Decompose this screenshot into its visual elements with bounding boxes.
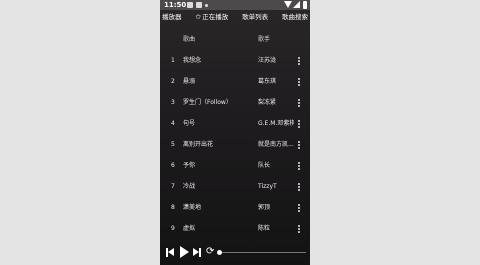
song-table-header: 歌曲 歌手 [160, 33, 310, 47]
header-artist: 歌手 [258, 36, 271, 43]
more-options-icon[interactable] [298, 57, 301, 66]
song-artist: 梨冻紧 [258, 99, 277, 106]
song-row[interactable]: 5 离别开出花 就是南方凯... [160, 134, 310, 155]
song-row[interactable]: 2 悬溺 葛东琪 [160, 71, 310, 92]
song-artist: 队长 [258, 162, 271, 169]
wifi-icon [284, 1, 292, 8]
top-tabs: 播放器 ✩正在播放 歌单列表 歌曲搜索 [160, 11, 310, 23]
song-artist: 汪苏泷 [258, 57, 277, 64]
song-title: 予你 [183, 162, 196, 169]
song-row[interactable]: 9 虚拟 陈粒 [160, 218, 310, 239]
more-options-icon[interactable] [298, 99, 301, 108]
row-number: 9 [171, 225, 175, 232]
notification-icon [187, 2, 193, 8]
row-number: 4 [171, 120, 175, 127]
status-time: 11:50 [164, 1, 187, 9]
more-options-icon[interactable] [298, 162, 301, 171]
more-options-icon[interactable] [298, 141, 301, 150]
signal-icon [293, 1, 300, 8]
download-icon [196, 2, 202, 8]
song-title: 罗生门（Follow） [183, 99, 232, 106]
song-row[interactable]: 7 冷战 TizzyT [160, 176, 310, 197]
row-number: 8 [171, 204, 175, 211]
more-options-icon[interactable] [298, 225, 301, 234]
song-title: 悬溺 [183, 78, 196, 85]
song-title: 虚拟 [183, 225, 196, 232]
song-title: 我想念 [183, 57, 202, 64]
song-title: 冷战 [183, 183, 196, 190]
song-artist: G.E.M.邓紫棋 [258, 120, 294, 127]
song-artist: 郭顶 [258, 204, 271, 211]
row-number: 1 [171, 57, 175, 64]
song-title: 离别开出花 [183, 141, 214, 148]
progress-track[interactable] [218, 252, 306, 253]
battery-icon [303, 1, 307, 9]
row-number: 2 [171, 78, 175, 85]
tab-player[interactable]: 播放器 [162, 11, 182, 23]
song-row[interactable]: 6 予你 队长 [160, 155, 310, 176]
tab-playlists[interactable]: 歌单列表 [242, 11, 268, 23]
repeat-icon[interactable]: ⟳ [206, 247, 215, 257]
song-artist: 陈粒 [258, 225, 271, 232]
tab-now-playing-label: 正在播放 [202, 13, 229, 21]
song-title: 句号 [183, 120, 196, 127]
dot-icon [205, 4, 208, 7]
next-icon-bar [199, 248, 201, 257]
play-button[interactable] [180, 246, 189, 258]
star-icon: ✩ [195, 13, 202, 21]
player-controls: ⟳ [160, 244, 310, 262]
more-options-icon[interactable] [298, 204, 301, 213]
tab-search[interactable]: 歌曲搜索 [282, 11, 308, 23]
phone-screen: 11:50 播放器 ✩正在播放 歌单列表 歌曲搜索 歌曲 歌手 1 我想念 汪苏… [160, 0, 310, 265]
song-title: 潇美地 [183, 204, 202, 211]
song-row[interactable]: 3 罗生门（Follow） 梨冻紧 [160, 92, 310, 113]
more-options-icon[interactable] [298, 120, 301, 129]
song-row[interactable]: 1 我想念 汪苏泷 [160, 50, 310, 71]
song-row[interactable]: 4 句号 G.E.M.邓紫棋 [160, 113, 310, 134]
row-number: 7 [171, 183, 175, 190]
song-artist: 葛东琪 [258, 78, 277, 85]
song-artist: 就是南方凯... [258, 141, 294, 148]
tab-now-playing[interactable]: ✩正在播放 [195, 11, 228, 23]
progress-knob[interactable] [217, 250, 222, 255]
row-number: 3 [171, 99, 175, 106]
more-options-icon[interactable] [298, 183, 301, 192]
status-bar: 11:50 [160, 0, 310, 10]
row-number: 6 [171, 162, 175, 169]
previous-icon-arrow [168, 248, 174, 256]
song-row[interactable]: 8 潇美地 郭顶 [160, 197, 310, 218]
song-artist: TizzyT [258, 183, 277, 190]
header-title: 歌曲 [183, 36, 196, 43]
more-options-icon[interactable] [298, 78, 301, 87]
row-number: 5 [171, 141, 175, 148]
